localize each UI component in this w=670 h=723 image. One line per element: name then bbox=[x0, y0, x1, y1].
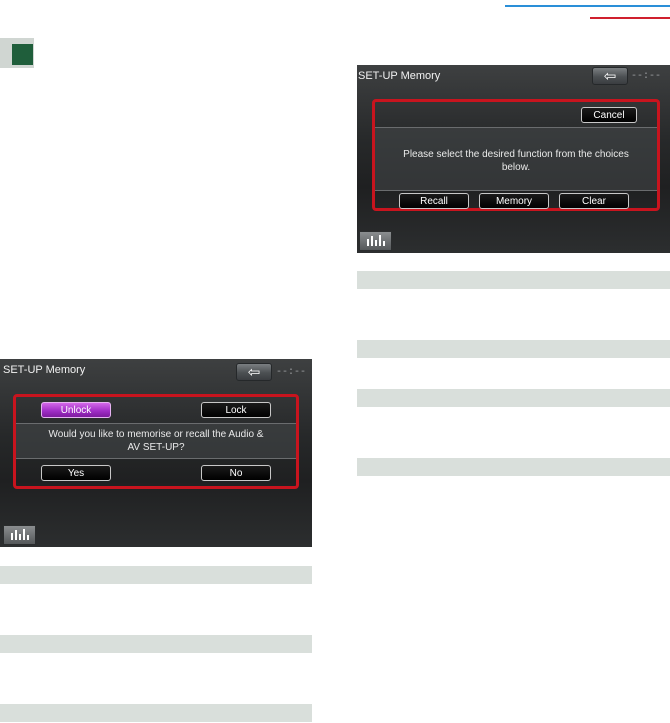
recall-button[interactable]: Recall bbox=[399, 193, 469, 209]
yes-button[interactable]: Yes bbox=[41, 465, 111, 481]
equalizer-button[interactable] bbox=[359, 231, 392, 251]
confirm-message: Would you like to memorise or recall the… bbox=[48, 429, 264, 453]
unlock-button[interactable]: Unlock bbox=[41, 402, 111, 418]
select-message: Please select the desired function from … bbox=[403, 149, 629, 173]
row-bar-lock bbox=[0, 635, 312, 653]
back-button[interactable]: ⇦ bbox=[592, 67, 628, 85]
lock-button[interactable]: Lock bbox=[201, 402, 271, 418]
setup-memory-screen-select: SET-UP Memory ⇦ --:-- Cancel Please sele… bbox=[357, 65, 670, 253]
back-button[interactable]: ⇦ bbox=[236, 363, 272, 381]
row-bar-memory bbox=[357, 340, 670, 358]
back-arrow-icon: ⇦ bbox=[603, 67, 617, 85]
section-marker bbox=[12, 44, 33, 65]
clock-display: --:-- bbox=[631, 71, 662, 82]
row-bar-recall bbox=[357, 271, 670, 289]
memory-button[interactable]: Memory bbox=[479, 193, 549, 209]
row-bar-unlock bbox=[0, 566, 312, 584]
clear-button[interactable]: Clear bbox=[559, 193, 629, 209]
header-rule-blue bbox=[505, 5, 670, 7]
row-bar-cancel bbox=[357, 458, 670, 476]
header-rule-red bbox=[590, 17, 670, 19]
setup-memory-screen-lock: SET-UP Memory ⇦ --:-- Unlock Lock Would … bbox=[0, 359, 312, 547]
screen-title: SET-UP Memory bbox=[358, 70, 441, 82]
row-bar-yes bbox=[0, 704, 312, 722]
screen-title: SET-UP Memory bbox=[3, 364, 86, 376]
back-arrow-icon: ⇦ bbox=[247, 363, 261, 381]
no-button[interactable]: No bbox=[201, 465, 271, 481]
clock-display: --:-- bbox=[276, 367, 307, 378]
cancel-button[interactable]: Cancel bbox=[581, 107, 637, 123]
equalizer-button[interactable] bbox=[3, 525, 36, 545]
row-bar-clear bbox=[357, 389, 670, 407]
